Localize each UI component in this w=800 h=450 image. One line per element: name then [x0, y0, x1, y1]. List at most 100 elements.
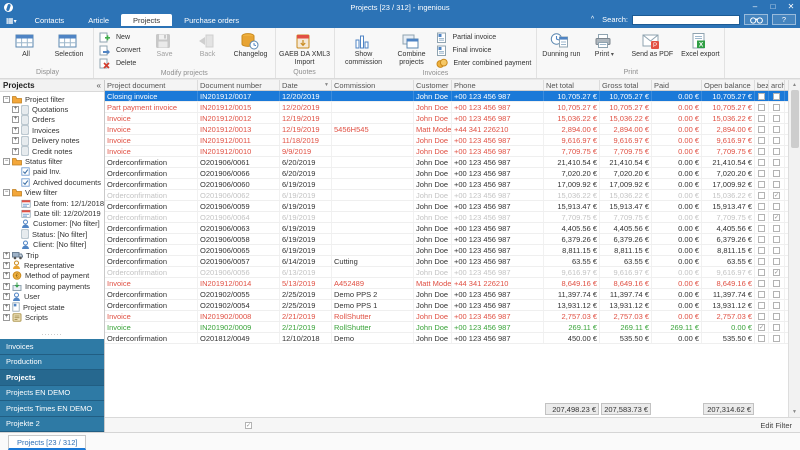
arch-checkbox[interactable]	[773, 235, 780, 243]
vertical-scrollbar[interactable]: ▲ ▼	[788, 80, 800, 417]
tree-item-customer-no-filter[interactable]: Customer: [No filter]	[0, 219, 104, 229]
arch-checkbox[interactable]	[773, 114, 780, 122]
table-row[interactable]: Invoice IN201902/0008 2/21/2019 RollShutter…	[105, 311, 788, 322]
column-header-document-number[interactable]: Document number	[198, 80, 280, 90]
send-as-pdf-button[interactable]: P Send as PDF	[626, 29, 678, 59]
edit-filter-link[interactable]: Edit Filter	[760, 421, 792, 430]
table-row[interactable]: Orderconfirmation O201906/0066 6/20/2019 Jo…	[105, 168, 788, 179]
nav-invoices[interactable]: Invoices	[0, 339, 104, 355]
arch-checkbox[interactable]	[773, 224, 780, 232]
bez-checkbox[interactable]: ✓	[758, 323, 765, 331]
bez-checkbox[interactable]	[758, 213, 765, 221]
arch-checkbox[interactable]	[773, 103, 780, 111]
bez-checkbox[interactable]	[758, 246, 765, 254]
bez-checkbox[interactable]	[758, 301, 765, 309]
scrollbar-thumb[interactable]	[790, 90, 799, 148]
final-invoice-button[interactable]: Final invoice	[434, 44, 534, 56]
column-header-paid[interactable]: Paid	[652, 80, 702, 90]
table-row[interactable]: Orderconfirmation O201906/0057 6/14/2019 Cu…	[105, 256, 788, 267]
tree-item-project-filter[interactable]: − Project filter	[0, 94, 104, 104]
tree-item-quotations[interactable]: + Quotations	[0, 104, 104, 115]
app-menu-button[interactable]: ▦▾	[0, 16, 23, 26]
table-row[interactable]: Orderconfirmation O201812/0049 12/10/2018 D…	[105, 333, 788, 344]
tree-item-paid-inv[interactable]: paid Inv.	[0, 167, 104, 177]
bez-checkbox[interactable]	[758, 268, 765, 276]
column-header-date[interactable]: Date ▼	[280, 80, 332, 90]
expand-toggle-icon[interactable]: +	[3, 251, 10, 259]
show-commission-button[interactable]: Show commission	[338, 29, 390, 66]
close-button[interactable]: ✕	[782, 0, 800, 14]
tree-item-client-no-filter[interactable]: Client: [No filter]	[0, 239, 104, 249]
table-row[interactable]: Closing invoice IN201912/0017 12/20/2019 Jo…	[105, 91, 788, 102]
expand-toggle-icon[interactable]: +	[3, 272, 10, 280]
table-row[interactable]: Orderconfirmation O201906/0064 6/19/2019 Jo…	[105, 212, 788, 223]
nav-production[interactable]: Production	[0, 354, 104, 370]
expand-toggle-icon[interactable]: −	[3, 189, 10, 197]
arch-checkbox[interactable]: ✓	[773, 213, 780, 221]
nav-projects-times-en-demo[interactable]: Projects Times EN DEMO	[0, 401, 104, 417]
tree-item-project-state[interactable]: + Project state	[0, 302, 104, 312]
bez-checkbox[interactable]	[758, 191, 765, 199]
arch-checkbox[interactable]	[773, 301, 780, 309]
table-row[interactable]: Orderconfirmation O201906/0060 6/19/2019 Jo…	[105, 179, 788, 190]
arch-checkbox[interactable]	[773, 257, 780, 265]
bez-checkbox[interactable]	[758, 202, 765, 210]
arch-checkbox[interactable]	[773, 136, 780, 144]
tree-item-scripts[interactable]: + Scripts	[0, 312, 104, 322]
arch-checkbox[interactable]	[773, 125, 780, 133]
bez-checkbox[interactable]	[758, 312, 765, 320]
search-input[interactable]	[632, 14, 740, 25]
expand-toggle-icon[interactable]: +	[12, 106, 19, 114]
bez-checkbox[interactable]	[758, 257, 765, 265]
print-button[interactable]: Print ▾	[583, 29, 625, 60]
table-row[interactable]: Orderconfirmation O201906/0062 6/19/2019 Jo…	[105, 190, 788, 201]
table-row[interactable]: Invoice IN201912/0012 12/19/2019 John Doe +0…	[105, 113, 788, 124]
tree-item-method-of-payment[interactable]: + € Method of payment	[0, 271, 104, 281]
bez-checkbox[interactable]	[758, 169, 765, 177]
partial-invoice-button[interactable]: Partial invoice	[434, 31, 534, 43]
bez-checkbox[interactable]	[758, 114, 765, 122]
bez-checkbox[interactable]	[758, 224, 765, 232]
arch-checkbox[interactable]	[773, 246, 780, 254]
table-row[interactable]: Orderconfirmation O201906/0063 6/19/2019 Jo…	[105, 223, 788, 234]
column-header-arch[interactable]: arch	[769, 80, 785, 90]
arch-checkbox[interactable]	[773, 290, 780, 298]
maximize-button[interactable]: □	[764, 0, 782, 14]
arch-checkbox[interactable]	[773, 323, 780, 331]
tree-item-view-filter[interactable]: − View filter	[0, 188, 104, 198]
bez-checkbox[interactable]	[758, 147, 765, 155]
table-row[interactable]: Invoice IN201912/0011 11/18/2019 John Doe +0…	[105, 135, 788, 146]
menu-tab-purchase-orders[interactable]: Purchase orders	[172, 14, 251, 26]
collapse-sidebar-icon[interactable]: «	[97, 81, 101, 90]
scroll-down-icon[interactable]: ▼	[792, 407, 797, 417]
menu-tab-projects[interactable]: Projects	[121, 14, 173, 26]
tree-item-credit-notes[interactable]: + Credit notes	[0, 146, 104, 156]
selection-button[interactable]: Selection	[48, 29, 90, 59]
column-header-phone[interactable]: Phone	[452, 80, 544, 90]
combine-projects-button[interactable]: Combine projects	[391, 29, 433, 66]
dunning-run-button[interactable]: Dunning run	[540, 29, 582, 59]
all-button[interactable]: All	[5, 29, 47, 59]
table-row[interactable]: Orderconfirmation O201906/0058 6/19/2019 Jo…	[105, 234, 788, 245]
column-header-gross-total[interactable]: Gross total	[600, 80, 652, 90]
column-header-net-total[interactable]: Net total	[544, 80, 600, 90]
arch-checkbox[interactable]: ✓	[773, 268, 780, 276]
expand-toggle-icon[interactable]: +	[12, 147, 19, 155]
expand-toggle-icon[interactable]: −	[3, 158, 10, 166]
expand-toggle-icon[interactable]: +	[3, 282, 10, 290]
enter-combined-payment-button[interactable]: Enter combined payment	[434, 57, 534, 69]
arch-checkbox[interactable]	[773, 279, 780, 287]
tree-item-delivery-notes[interactable]: + Delivery notes	[0, 136, 104, 146]
table-row[interactable]: Orderconfirmation O201906/0061 6/20/2019 Jo…	[105, 157, 788, 168]
nav-projects[interactable]: Projects	[0, 370, 104, 386]
changelog-button[interactable]: Changelog	[230, 29, 272, 59]
gaeb-da-xml3-import-button[interactable]: GAEB DA XML3 Import	[279, 29, 331, 66]
tree-item-date-till-12-20-2019[interactable]: Date till: 12/20/2019	[0, 208, 104, 218]
tree-item-incoming-payments[interactable]: + Incoming payments	[0, 281, 104, 291]
column-header-project-document[interactable]: Project document	[105, 80, 198, 90]
table-row[interactable]: Invoice IN201912/0014 5/13/2019 A452489 Matt…	[105, 278, 788, 289]
bez-checkbox[interactable]	[758, 290, 765, 298]
arch-checkbox[interactable]	[773, 180, 780, 188]
column-header-commission[interactable]: Commission	[332, 80, 414, 90]
expand-toggle-icon[interactable]: +	[3, 303, 10, 311]
